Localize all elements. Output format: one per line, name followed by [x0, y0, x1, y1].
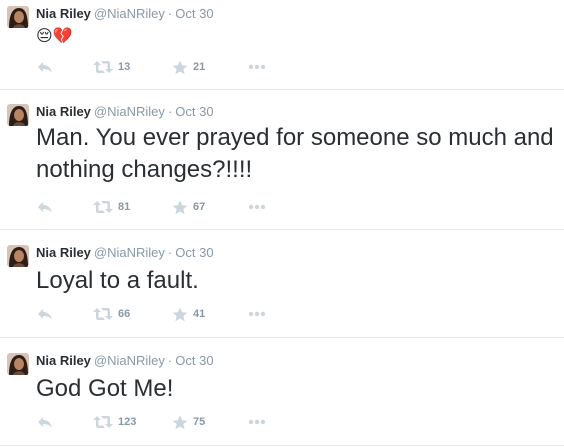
tweet-actions: 81 67	[36, 198, 336, 216]
retweet-icon	[93, 61, 113, 73]
separator: ·	[167, 245, 173, 260]
retweet-count: 81	[118, 201, 131, 213]
tweet[interactable]: Nia Riley @NiaNRiley · Oct 30 Loyal to a fa…	[0, 239, 564, 338]
favorite-button[interactable]: 41	[172, 305, 205, 323]
timestamp[interactable]: Oct 30	[175, 245, 213, 260]
user-name[interactable]: Nia Riley	[36, 353, 91, 368]
avatar[interactable]	[7, 104, 29, 126]
tweet-header: Nia Riley @NiaNRiley · Oct 30	[36, 244, 214, 262]
user-name[interactable]: Nia Riley	[36, 245, 91, 260]
retweet-button[interactable]: 123	[93, 413, 136, 431]
timestamp[interactable]: Oct 30	[175, 353, 213, 368]
retweet-icon	[93, 308, 113, 320]
more-icon	[248, 311, 266, 317]
star-icon	[172, 415, 188, 429]
reply-button[interactable]	[37, 305, 53, 323]
reply-icon	[38, 62, 52, 73]
reply-button[interactable]	[37, 58, 53, 76]
tweet-timeline: Nia Riley @NiaNRiley · Oct 30 😔💔 13 21 N…	[0, 0, 564, 447]
retweet-icon	[93, 201, 113, 213]
separator: ·	[167, 104, 173, 119]
tweet-actions: 123 75	[36, 413, 336, 431]
favorite-button[interactable]: 21	[172, 58, 205, 76]
star-icon	[172, 60, 188, 74]
reply-icon	[38, 417, 52, 428]
favorite-count: 67	[193, 201, 206, 213]
tweet-text: God Got Me!	[36, 375, 174, 402]
user-handle[interactable]: @NiaNRiley	[94, 353, 165, 368]
favorite-button[interactable]: 67	[172, 198, 205, 216]
more-icon	[248, 204, 266, 210]
tweet-actions: 66 41	[36, 305, 336, 323]
star-icon	[172, 307, 188, 321]
retweet-button[interactable]: 13	[93, 58, 130, 76]
more-icon	[248, 64, 266, 70]
user-name[interactable]: Nia Riley	[36, 104, 91, 119]
retweet-button[interactable]: 81	[93, 198, 130, 216]
reply-button[interactable]	[37, 198, 53, 216]
tweet[interactable]: Nia Riley @NiaNRiley · Oct 30 😔💔 13 21	[0, 0, 564, 90]
user-name[interactable]: Nia Riley	[36, 6, 91, 21]
tweet-actions: 13 21	[36, 58, 336, 76]
avatar[interactable]	[7, 245, 29, 267]
timestamp[interactable]: Oct 30	[175, 6, 213, 21]
tweet[interactable]: Nia Riley @NiaNRiley · Oct 30 Man. You ever…	[0, 98, 564, 230]
tweet-header: Nia Riley @NiaNRiley · Oct 30	[36, 103, 214, 121]
separator: ·	[167, 353, 173, 368]
tweet[interactable]: Nia Riley @NiaNRiley · Oct 30 God Got Me! 1…	[0, 347, 564, 446]
star-icon	[172, 200, 188, 214]
more-button[interactable]	[248, 58, 266, 76]
more-button[interactable]	[248, 305, 266, 323]
user-handle[interactable]: @NiaNRiley	[94, 6, 165, 21]
favorite-count: 41	[193, 308, 206, 320]
retweet-count: 123	[118, 416, 137, 428]
tweet-text: Loyal to a fault.	[36, 267, 199, 294]
tweet-text: 😔💔	[36, 28, 73, 45]
more-button[interactable]	[248, 413, 266, 431]
avatar[interactable]	[7, 6, 29, 28]
retweet-button[interactable]: 66	[93, 305, 130, 323]
favorite-count: 21	[193, 61, 206, 73]
tweet-header: Nia Riley @NiaNRiley · Oct 30	[36, 352, 214, 370]
tweet-text: Man. You ever prayed for someone so much…	[36, 124, 554, 183]
user-handle[interactable]: @NiaNRiley	[94, 245, 165, 260]
user-handle[interactable]: @NiaNRiley	[94, 104, 165, 119]
separator: ·	[167, 6, 173, 21]
favorite-count: 75	[193, 416, 206, 428]
favorite-button[interactable]: 75	[172, 413, 205, 431]
reply-icon	[38, 202, 52, 213]
retweet-icon	[93, 416, 113, 428]
tweet-header: Nia Riley @NiaNRiley · Oct 30	[36, 5, 214, 23]
reply-button[interactable]	[37, 413, 53, 431]
retweet-count: 66	[118, 308, 131, 320]
avatar[interactable]	[7, 353, 29, 375]
retweet-count: 13	[118, 61, 131, 73]
more-icon	[248, 419, 266, 425]
timestamp[interactable]: Oct 30	[175, 104, 213, 119]
more-button[interactable]	[248, 198, 266, 216]
reply-icon	[38, 309, 52, 320]
